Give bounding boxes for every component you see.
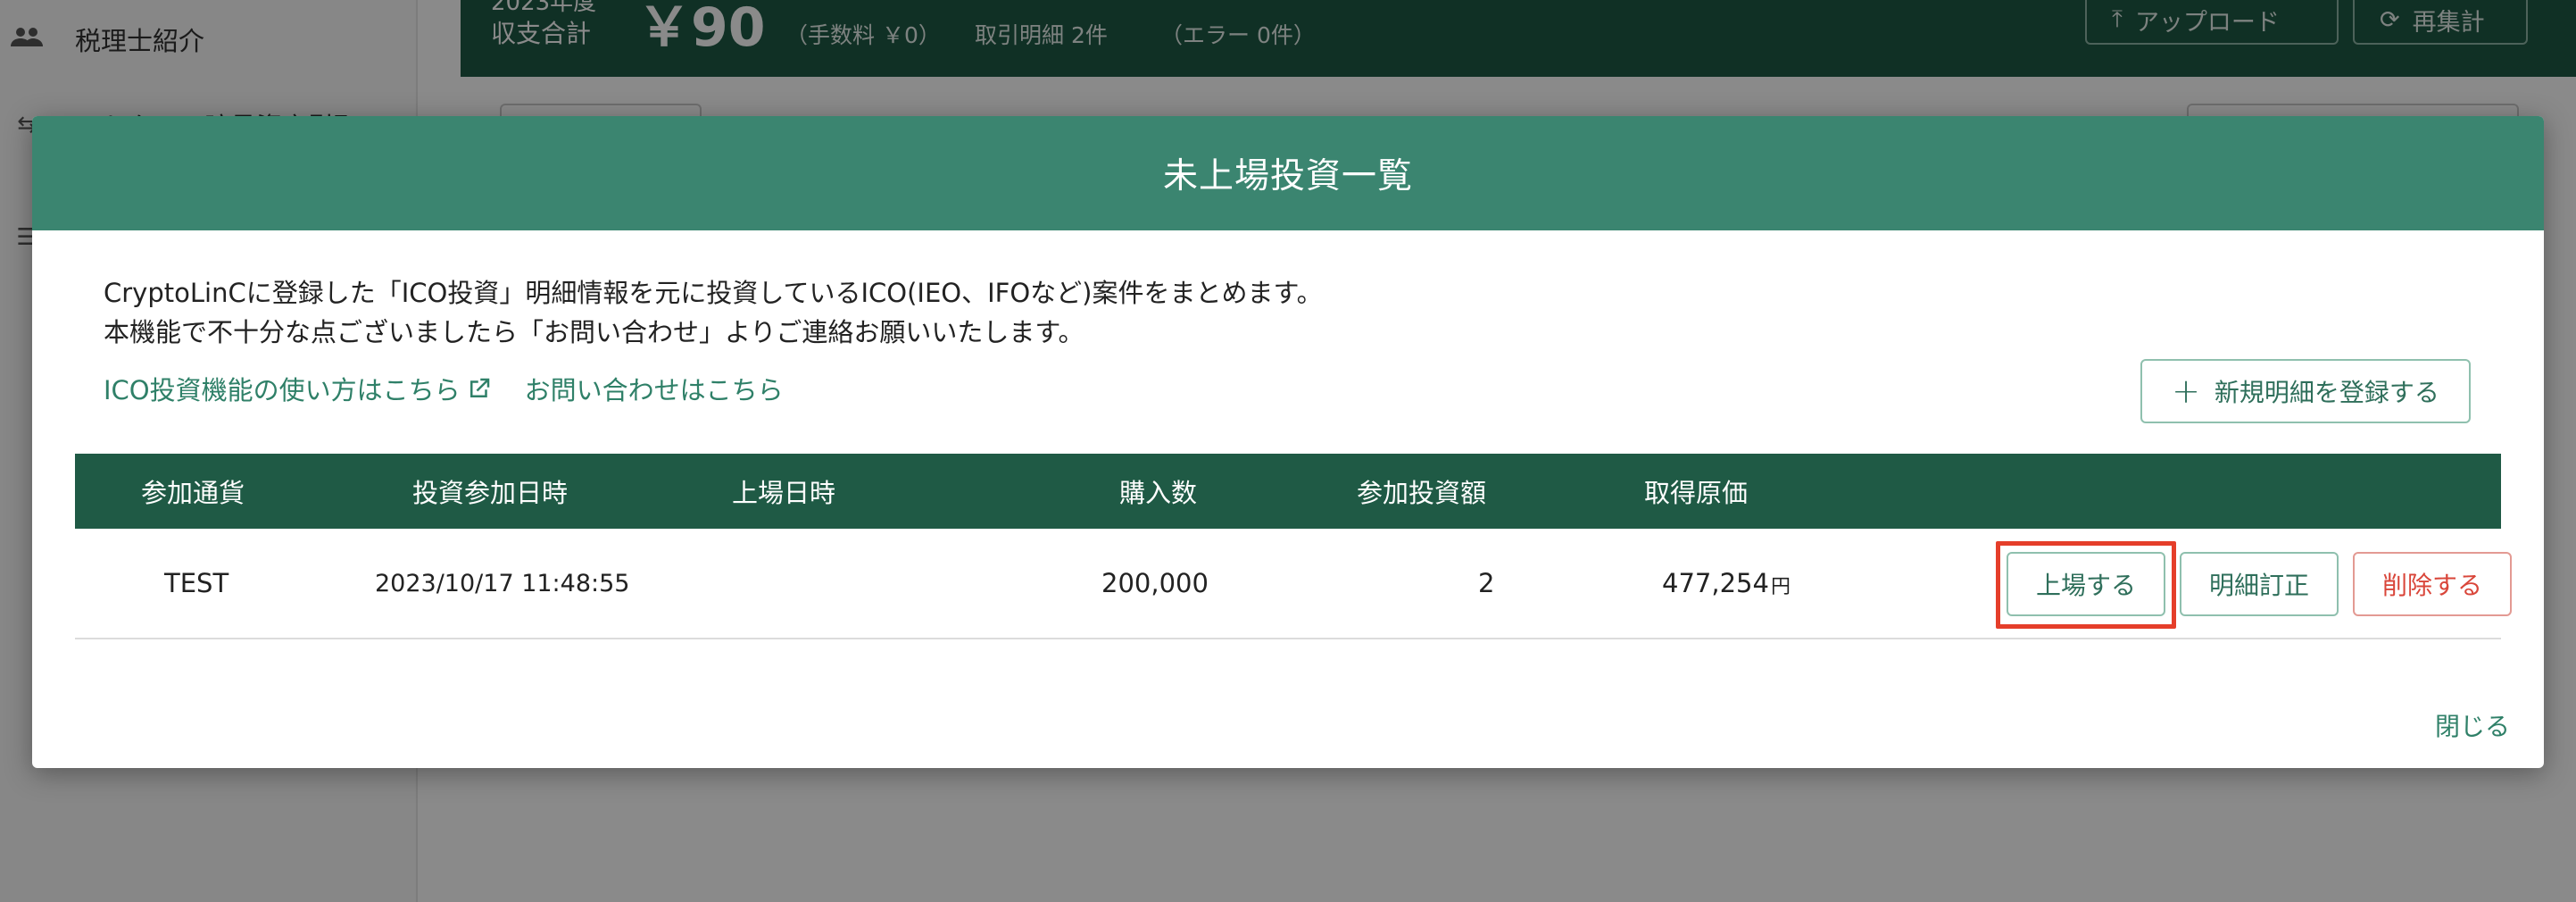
unlisted-investment-modal: 未上場投資一覧 CryptoLinCに登録した「ICO投資」明細情報を元に投資し… <box>32 116 2544 768</box>
col-listed-at: 上場日時 <box>732 478 836 508</box>
cost-unit: 円 <box>1770 576 1791 598</box>
description-line-1: CryptoLinCに登録した「ICO投資」明細情報を元に投資しているICO(I… <box>104 278 1323 308</box>
list-button[interactable]: 上場する <box>2007 552 2165 616</box>
col-currency: 参加通貨 <box>141 478 245 508</box>
cell-currency: TEST <box>164 568 229 598</box>
cell-cost: 477,254 円 <box>1662 529 1791 638</box>
col-joined-at: 投資参加日時 <box>412 478 569 508</box>
external-link-icon[interactable] <box>466 375 493 402</box>
investment-table: 参加通貨 投資参加日時 上場日時 購入数 参加投資額 取得原価 TEST 202… <box>75 454 2512 639</box>
col-invest-amount: 参加投資額 <box>1357 478 1487 508</box>
delete-button[interactable]: 削除する <box>2353 552 2512 616</box>
col-quantity: 購入数 <box>1119 478 1198 508</box>
contact-link[interactable]: お問い合わせはこちら <box>525 370 784 407</box>
modal-description: CryptoLinCに登録した「ICO投資」明細情報を元に投資しているICO(I… <box>104 273 1323 352</box>
cell-joined-at: 2023/10/17 11:48:55 <box>375 569 630 597</box>
cell-quantity: 200,000 <box>1101 568 1209 598</box>
table-row: TEST 2023/10/17 11:48:55 200,000 2 477,2… <box>75 529 2512 639</box>
help-links: ICO投資機能の使い方はこちら お問い合わせはこちら <box>104 370 784 407</box>
close-button[interactable]: 閉じる <box>2435 707 2510 743</box>
add-entry-button[interactable]: + 新規明細を登録する <box>2140 359 2471 423</box>
add-entry-label: 新規明細を登録する <box>2214 378 2439 407</box>
cell-invest-amount: 2 <box>1478 568 1495 598</box>
col-cost: 取得原価 <box>1644 478 1749 508</box>
cost-value: 477,254 <box>1662 568 1769 598</box>
plus-icon: + <box>2172 372 2200 411</box>
modal-title: 未上場投資一覧 <box>32 116 2544 230</box>
ico-help-link[interactable]: ICO投資機能の使い方はこちら <box>104 370 461 407</box>
edit-entry-button[interactable]: 明細訂正 <box>2180 552 2339 616</box>
table-header: 参加通貨 投資参加日時 上場日時 購入数 参加投資額 取得原価 <box>75 454 2501 529</box>
description-line-2: 本機能で不十分な点ございましたら「お問い合わせ」よりご連絡お願いいたします。 <box>104 317 1084 347</box>
